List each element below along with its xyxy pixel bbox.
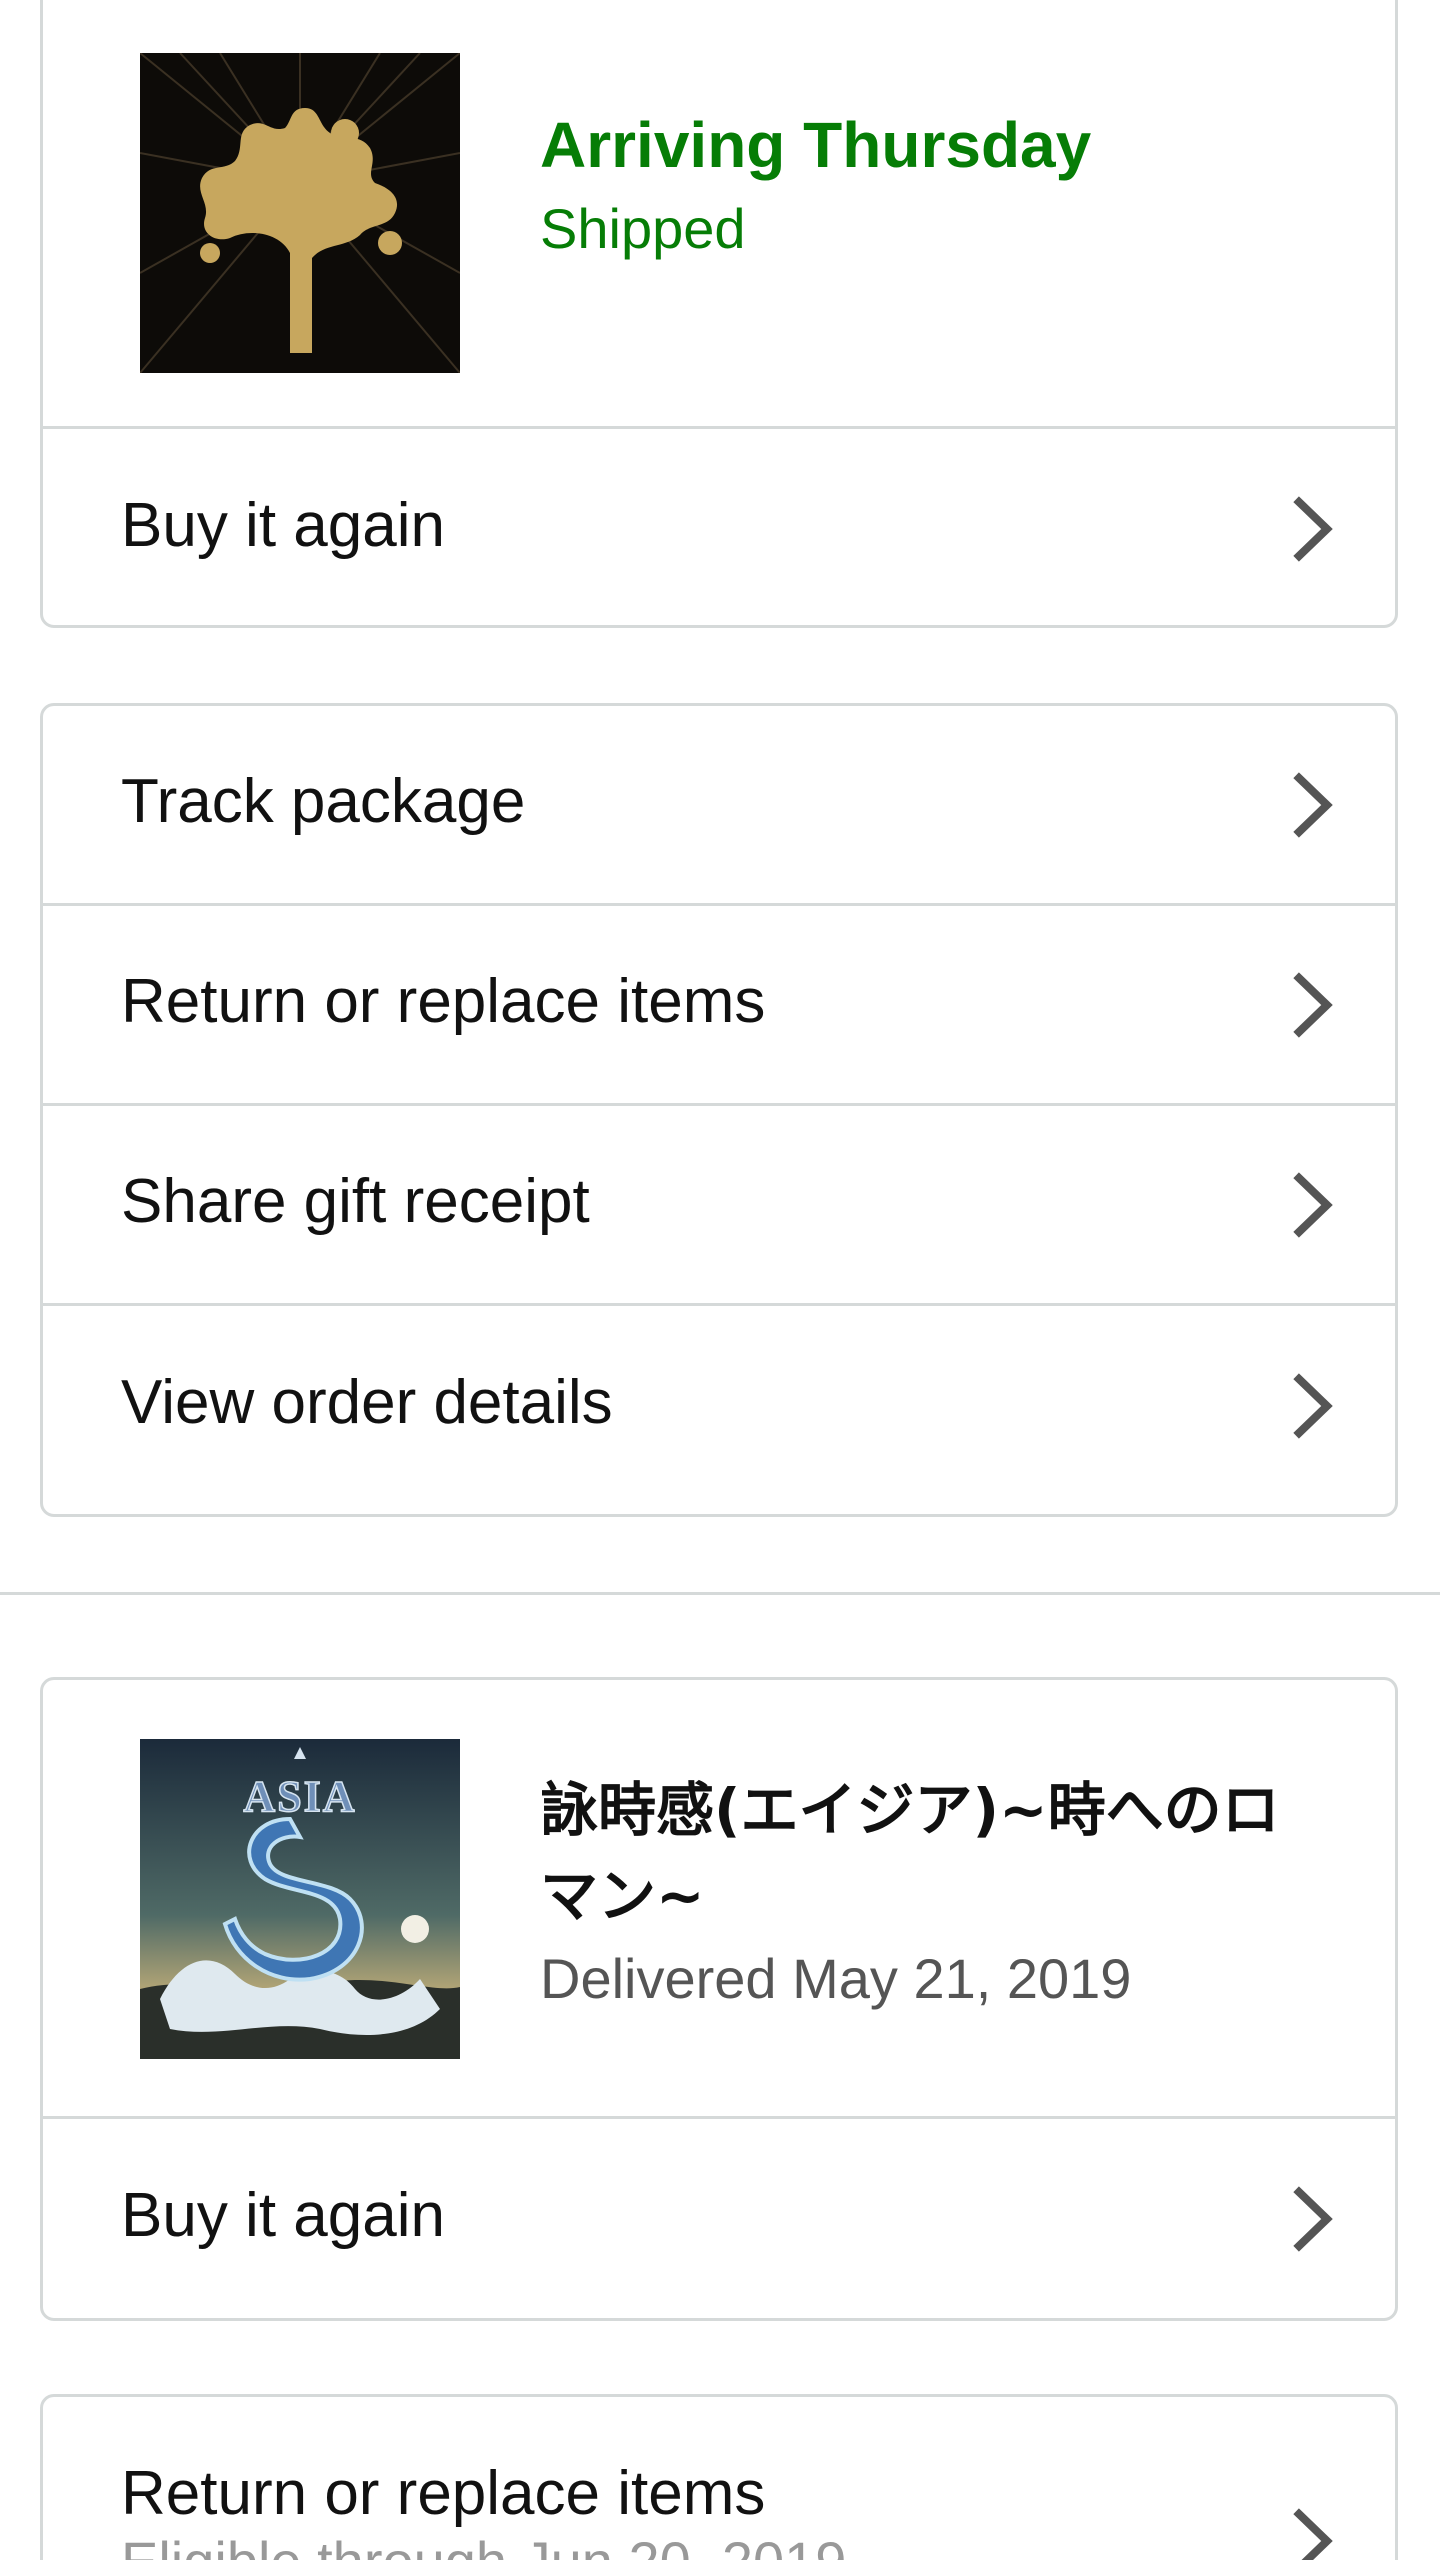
- track-package-row[interactable]: Track package: [43, 706, 1395, 906]
- chevron-right-icon: [1291, 970, 1335, 1040]
- return-replace-label: Return or replace items: [121, 966, 766, 1036]
- order1-actions-card: Track package Return or replace items Sh…: [40, 703, 1398, 1517]
- buy-it-again-row[interactable]: Buy it again: [43, 2119, 1395, 2318]
- shipping-status: Shipped: [540, 197, 746, 260]
- chevron-right-icon: [1291, 2184, 1335, 2254]
- buy-it-again-row[interactable]: Buy it again: [43, 429, 1395, 625]
- track-package-label: Track package: [121, 766, 526, 836]
- order1-product-card: Arriving Thursday Shipped Buy it again: [40, 0, 1398, 628]
- svg-text:ASIA: ASIA: [243, 1772, 356, 1821]
- buy-it-again-label: Buy it again: [121, 2180, 445, 2250]
- buy-it-again-label: Buy it again: [121, 490, 445, 560]
- view-order-details-row[interactable]: View order details: [43, 1306, 1395, 1506]
- chevron-right-icon: [1291, 770, 1335, 840]
- order1-product-row[interactable]: Arriving Thursday Shipped: [43, 0, 1395, 429]
- view-order-details-label: View order details: [121, 1367, 613, 1437]
- order2-actions-card: Return or replace items Eligible through…: [40, 2394, 1398, 2560]
- product-title: 詠時感(エイジア)~時へのロマン~: [540, 1776, 1280, 1930]
- product-thumbnail[interactable]: [140, 53, 460, 373]
- order2-product-row[interactable]: ASIA 詠時感(エイジア)~時へのロマン~ Delivered May 21,…: [43, 1680, 1395, 2119]
- share-gift-receipt-label: Share gift receipt: [121, 1166, 590, 1236]
- product-thumbnail[interactable]: ASIA: [140, 1739, 460, 2059]
- chevron-right-icon: [1291, 494, 1335, 564]
- chevron-right-icon: [1291, 1170, 1335, 1240]
- delivery-status: Delivered May 21, 2019: [540, 1947, 1132, 2010]
- order2-product-card: ASIA 詠時感(エイジア)~時へのロマン~ Delivered May 21,…: [40, 1677, 1398, 2321]
- orders-page: Arriving Thursday Shipped Buy it again T…: [0, 0, 1440, 2560]
- return-replace-row[interactable]: Return or replace items: [43, 906, 1395, 1106]
- chevron-right-icon: [1291, 2506, 1335, 2560]
- album-cover-joshua-tree-icon: [140, 53, 460, 373]
- chevron-right-icon: [1291, 1371, 1335, 1441]
- order-divider: [0, 1592, 1440, 1595]
- return-eligibility-text: Eligible through Jun 20, 2019: [121, 2529, 846, 2560]
- album-cover-asia-icon: ASIA: [140, 1739, 460, 2059]
- delivery-status-title: Arriving Thursday: [540, 109, 1092, 181]
- return-replace-label: Return or replace items: [121, 2458, 766, 2528]
- return-replace-row[interactable]: Return or replace items Eligible through…: [43, 2397, 1395, 2560]
- share-gift-receipt-row[interactable]: Share gift receipt: [43, 1106, 1395, 1306]
